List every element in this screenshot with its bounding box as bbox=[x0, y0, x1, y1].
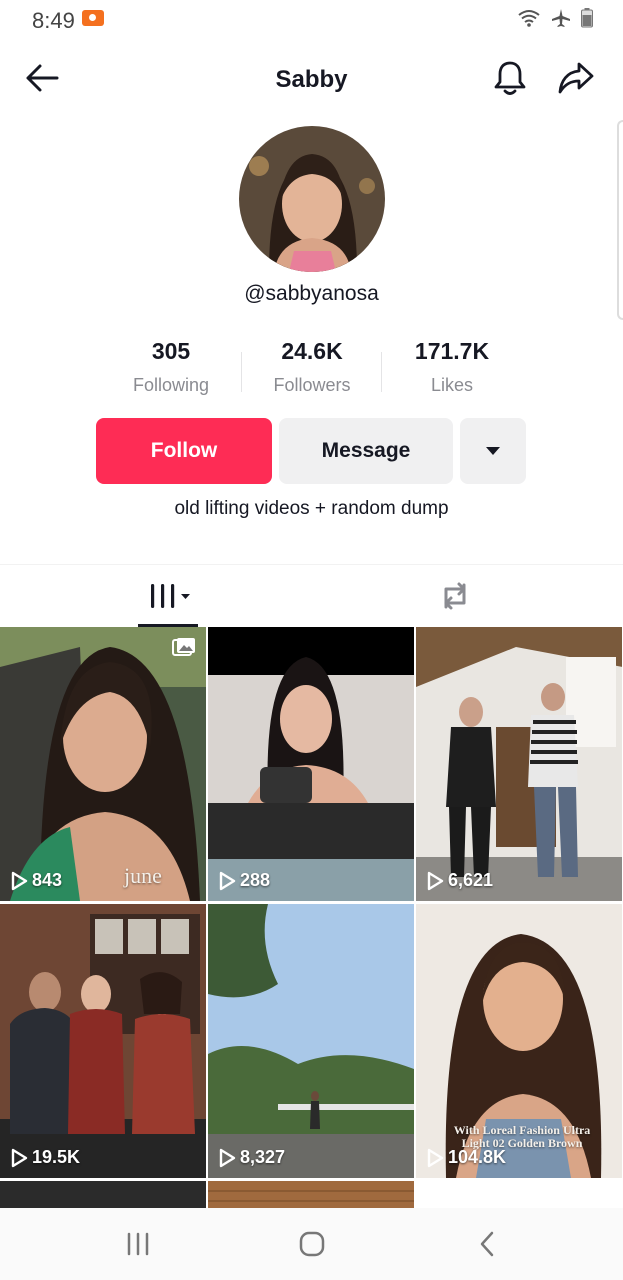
grid-icon bbox=[151, 584, 190, 608]
play-icon bbox=[219, 1148, 236, 1167]
view-count: 104.8K bbox=[426, 1147, 506, 1168]
notifications-button[interactable] bbox=[488, 56, 532, 100]
message-button[interactable]: Message bbox=[279, 418, 453, 484]
play-icon bbox=[427, 1148, 444, 1167]
tab-videos[interactable] bbox=[100, 565, 240, 627]
airplane-icon bbox=[552, 9, 570, 27]
video-tile[interactable]: 6,621 bbox=[416, 627, 622, 901]
recents-button[interactable] bbox=[113, 1224, 163, 1264]
header: Sabby bbox=[0, 50, 623, 110]
nav-back-button[interactable] bbox=[462, 1224, 512, 1264]
status-icons bbox=[517, 8, 593, 28]
view-count: 8,327 bbox=[218, 1147, 285, 1168]
stat-value: 171.7K bbox=[414, 338, 490, 364]
play-icon bbox=[219, 871, 236, 890]
profile-stats: 305 Following 24.6K Followers 171.7K Lik… bbox=[0, 338, 623, 408]
system-nav-bar bbox=[0, 1208, 623, 1280]
view-count: 843 bbox=[10, 870, 62, 891]
view-count-value: 843 bbox=[32, 870, 63, 890]
stat-following[interactable]: 305 Following bbox=[101, 338, 241, 396]
video-tile[interactable]: With Loreal Fashion Ultra Light 02 Golde… bbox=[416, 904, 622, 1178]
play-icon bbox=[11, 871, 28, 890]
view-count: 6,621 bbox=[426, 870, 493, 891]
bell-icon bbox=[494, 61, 526, 95]
wifi-icon bbox=[518, 10, 540, 27]
stat-followers[interactable]: 24.6K Followers bbox=[242, 338, 382, 396]
video-tile[interactable]: 288 bbox=[208, 627, 414, 901]
status-time: 8:49 bbox=[32, 8, 75, 33]
battery-icon bbox=[581, 8, 593, 28]
home-icon bbox=[299, 1231, 325, 1257]
view-count-value: 19.5K bbox=[32, 1147, 81, 1167]
status-bar: 8:49 bbox=[0, 0, 623, 40]
stat-label: Likes bbox=[430, 375, 474, 395]
photo-icon bbox=[172, 637, 196, 662]
video-tile[interactable] bbox=[0, 1181, 206, 1211]
avatar[interactable] bbox=[239, 126, 385, 272]
view-count-value: 8,327 bbox=[240, 1147, 286, 1167]
video-tile[interactable]: june 843 bbox=[0, 627, 206, 901]
video-tile[interactable]: 19.5K bbox=[0, 904, 206, 1178]
content-tabs bbox=[0, 564, 623, 627]
home-button[interactable] bbox=[287, 1224, 337, 1264]
back-icon bbox=[480, 1231, 494, 1257]
video-caption: june bbox=[124, 863, 162, 888]
suggested-accounts-button[interactable] bbox=[460, 418, 526, 484]
username: @sabbyanosa bbox=[244, 282, 379, 305]
stat-value: 24.6K bbox=[281, 338, 343, 364]
recents-icon bbox=[127, 1232, 149, 1256]
follow-button[interactable]: Follow bbox=[96, 418, 272, 484]
repost-icon bbox=[444, 582, 466, 610]
caret-down-icon bbox=[486, 447, 500, 455]
view-count: 288 bbox=[218, 870, 270, 891]
tab-reposts[interactable] bbox=[385, 565, 525, 627]
stat-value: 305 bbox=[151, 338, 191, 364]
view-count-value: 6,621 bbox=[448, 870, 494, 890]
view-count-value: 104.8K bbox=[448, 1147, 507, 1167]
share-button[interactable] bbox=[554, 56, 598, 100]
video-tile[interactable]: 8,327 bbox=[208, 904, 414, 1178]
bio: old lifting videos + random dump bbox=[174, 498, 449, 519]
stat-label: Followers bbox=[273, 375, 351, 395]
share-icon bbox=[558, 62, 594, 94]
play-icon bbox=[427, 871, 444, 890]
view-count-value: 288 bbox=[240, 870, 271, 890]
screen-record-icon bbox=[82, 10, 104, 26]
view-count: 19.5K bbox=[10, 1147, 80, 1168]
video-tile[interactable] bbox=[208, 1181, 414, 1211]
stat-likes[interactable]: 171.7K Likes bbox=[382, 338, 522, 396]
play-icon bbox=[11, 1148, 28, 1167]
stat-label: Following bbox=[132, 375, 210, 395]
